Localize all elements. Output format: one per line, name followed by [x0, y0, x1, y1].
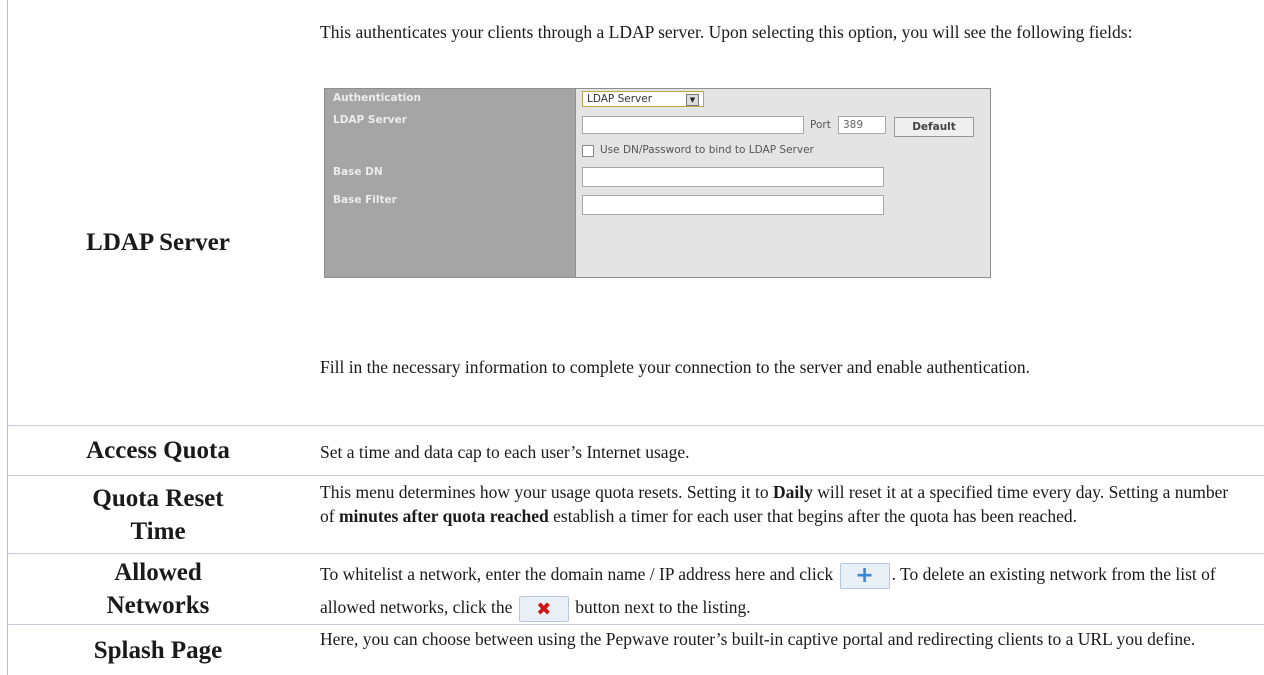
- authentication-select[interactable]: LDAP Server ▼: [582, 91, 704, 107]
- x-icon: ✖: [536, 598, 552, 620]
- chevron-down-icon: ▼: [686, 94, 699, 106]
- default-button[interactable]: Default: [894, 117, 974, 137]
- quota-reset-daily: Daily: [772, 482, 813, 502]
- form-row-authentication: Authentication LDAP Server ▼: [325, 89, 990, 112]
- base-dn-input[interactable]: [582, 167, 884, 187]
- table-row-quota-reset-time: Quota Reset Time This menu determines ho…: [8, 476, 1264, 554]
- add-network-button: +: [839, 562, 890, 589]
- allowed-networks-text-1: To whitelist a network, enter the domain…: [320, 564, 838, 584]
- ldap-outro: Fill in the necessary information to com…: [320, 357, 1030, 377]
- table-row-access-quota: Access Quota Set a time and data cap to …: [8, 426, 1264, 476]
- access-quota-desc: Set a time and data cap to each user’s I…: [320, 442, 690, 462]
- base-dn-value-cell: [575, 163, 990, 191]
- authentication-select-value: LDAP Server: [587, 93, 653, 105]
- ldap-server-value-cell: Port 389 Default Use DN/Password to bind…: [575, 111, 990, 163]
- table-row-allowed-networks: Allowed Networks To whitelist a network,…: [8, 554, 1264, 625]
- bind-dn-checkbox-label: Use DN/Password to bind to LDAP Server: [600, 144, 814, 156]
- form-row-base-filter: Base Filter: [325, 191, 990, 277]
- allowed-networks-desc: To whitelist a network, enter the domain…: [320, 558, 1246, 624]
- port-input[interactable]: 389: [838, 116, 886, 134]
- table-row-ldap-server: LDAP Server This authenticates your clie…: [8, 0, 1264, 426]
- term-allowed-networks: Allowed Networks: [106, 559, 210, 619]
- authentication-label: Authentication: [325, 89, 574, 111]
- term-ldap-server: LDAP Server: [86, 229, 230, 256]
- quota-reset-minutes: minutes after quota reached: [338, 506, 549, 526]
- quota-reset-desc: This menu determines how your usage quot…: [320, 480, 1246, 528]
- form-row-base-dn: Base DN: [325, 163, 990, 192]
- ldap-server-host-input[interactable]: [582, 116, 804, 134]
- port-label: Port: [810, 119, 831, 131]
- authentication-value-cell: LDAP Server ▼: [575, 89, 990, 111]
- plus-icon: +: [855, 562, 874, 588]
- base-filter-input[interactable]: [582, 195, 884, 215]
- port-value: 389: [843, 119, 864, 131]
- base-filter-label: Base Filter: [325, 191, 574, 277]
- base-filter-value-cell: [575, 191, 990, 277]
- form-row-ldap-server: LDAP Server Port 389 Default Use DN/Pass…: [325, 111, 990, 164]
- base-dn-label: Base DN: [325, 163, 574, 191]
- term-quota-reset-time: Quota Reset Time: [92, 484, 224, 545]
- quota-reset-text-3: establish a timer for each user that beg…: [548, 506, 1077, 526]
- term-access-quota: Access Quota: [86, 437, 230, 464]
- splash-page-desc: Here, you can choose between using the P…: [320, 629, 1196, 649]
- ldap-intro: This authenticates your clients through …: [320, 22, 1133, 42]
- delete-network-button: ✖: [518, 595, 569, 622]
- quota-reset-text-1: This menu determines how your usage quot…: [320, 482, 773, 502]
- term-splash-page: Splash Page: [93, 636, 223, 664]
- ldap-server-label: LDAP Server: [325, 111, 574, 163]
- table-row-splash-page: Splash Page Here, you can choose between…: [8, 625, 1264, 675]
- bind-dn-checkbox[interactable]: [582, 145, 594, 157]
- allowed-networks-text-3: button next to the listing.: [570, 597, 751, 617]
- ldap-form-screenshot: Authentication LDAP Server ▼ LDAP Server…: [324, 88, 991, 278]
